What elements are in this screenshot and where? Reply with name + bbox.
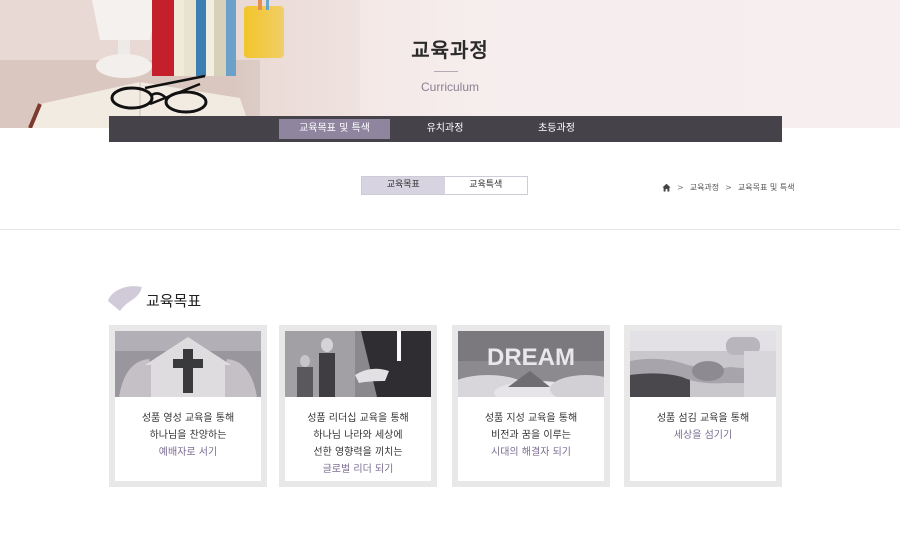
hero-banner: 교육과정 Curriculum <box>0 0 900 128</box>
card-line: 성품 리더십 교육을 통해 <box>307 413 409 424</box>
breadcrumb-separator: > <box>725 182 732 192</box>
goal-card-leadership: 성품 리더십 교육을 통해 하나님 나라와 세상에 선한 영향력을 끼치는 글로… <box>279 325 437 487</box>
card-text: 성품 영성 교육을 통해 하나님을 찬양하는 예배자로 서기 <box>115 410 261 461</box>
breadcrumb-separator: > <box>677 182 684 192</box>
tab-features[interactable]: 교육특색 <box>445 177 528 194</box>
card-line: 성품 영성 교육을 통해 <box>141 413 235 424</box>
card-highlight: 글로벌 리더 되기 <box>322 464 394 475</box>
page-subtitle: Curriculum <box>420 80 479 94</box>
section-title: 교육목표 <box>146 292 202 310</box>
card-highlight: 시대의 해결자 되기 <box>491 447 571 458</box>
nav-item-kindergarten[interactable]: 유치과정 <box>390 119 500 139</box>
goal-card-service: 성품 섬김 교육을 통해 세상을 섬기기 <box>624 325 782 487</box>
breadcrumb-item-current: 교육목표 및 특색 <box>737 182 795 192</box>
card-line: 비전과 꿈을 이루는 <box>491 430 571 441</box>
title-divider <box>434 71 458 72</box>
card-line: 성품 지성 교육을 통해 <box>484 413 578 424</box>
nav-item-goals-features[interactable]: 교육목표 및 특색 <box>279 119 390 139</box>
card-line: 선한 영향력을 끼치는 <box>313 447 403 458</box>
card-text: 성품 리더십 교육을 통해 하나님 나라와 세상에 선한 영향력을 끼치는 글로… <box>285 410 431 478</box>
home-icon[interactable] <box>662 183 671 192</box>
sub-tab-group: 교육목표 교육특색 <box>361 176 528 195</box>
card-line: 하나님 나라와 세상에 <box>313 430 403 441</box>
card-line: 하나님을 찬양하는 <box>149 430 227 441</box>
cross-house-hands-image <box>115 331 261 397</box>
card-text: 성품 지성 교육을 통해 비전과 꿈을 이루는 시대의 해결자 되기 <box>458 410 604 461</box>
card-line: 성품 섬김 교육을 통해 <box>656 413 750 424</box>
tab-goals[interactable]: 교육목표 <box>362 177 445 194</box>
card-text: 성품 섬김 교육을 통해 세상을 섬기기 <box>630 410 776 444</box>
breadcrumb: > 교육과정 > 교육목표 및 특색 <box>662 181 794 193</box>
dream-clouds-image: DREAM <box>458 331 604 397</box>
section-nav-bar: 교육목표 및 특색 유치과정 초등과정 <box>109 116 782 142</box>
dream-image-text: DREAM <box>487 344 575 371</box>
goal-card-intellect: DREAM 성품 지성 교육을 통해 비전과 꿈을 이루는 시대의 해결자 되기 <box>452 325 610 487</box>
holding-hands-image <box>630 331 776 397</box>
desk-books-illustration <box>0 0 360 128</box>
breadcrumb-item-curriculum[interactable]: 교육과정 <box>690 182 719 193</box>
card-highlight: 세상을 섬기기 <box>673 430 733 441</box>
card-highlight: 예배자로 서기 <box>158 447 218 458</box>
page-title: 교육과정 <box>411 38 489 62</box>
section-leaf-icon <box>108 286 142 311</box>
content-divider <box>0 229 900 230</box>
nav-item-elementary[interactable]: 초등과정 <box>500 119 613 139</box>
handshake-business-image <box>285 331 431 397</box>
goal-card-spirituality: 성품 영성 교육을 통해 하나님을 찬양하는 예배자로 서기 <box>109 325 267 487</box>
